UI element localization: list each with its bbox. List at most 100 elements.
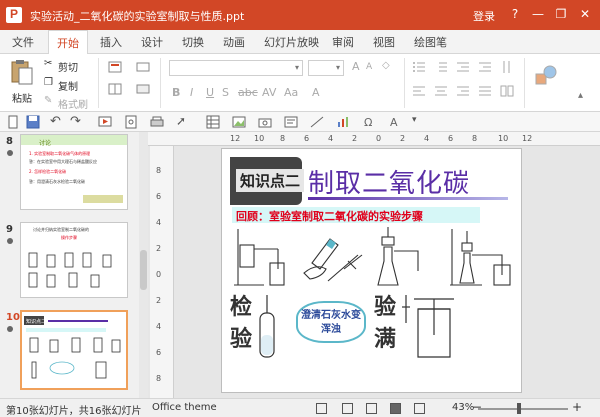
ruler-tick: 0 (156, 270, 162, 279)
redo-icon[interactable]: ↷ (70, 114, 81, 129)
shape-line-icon[interactable] (310, 115, 324, 129)
shadow-icon[interactable]: S (222, 86, 229, 99)
thumb-line: 答：在实验室中用大理石与稀盐酸反应 (29, 159, 97, 164)
format-painter-icon: ✎ (44, 95, 53, 106)
section-label: 知识点二 (236, 169, 305, 192)
title-underline (308, 197, 508, 200)
tab-animations[interactable]: 动画 (223, 34, 245, 50)
restore-button[interactable]: ❐ (551, 4, 571, 24)
tab-file[interactable]: 文件 (12, 34, 34, 50)
font-size-select[interactable]: ▾ (308, 60, 344, 76)
paste-button[interactable]: 粘贴 (12, 90, 32, 105)
slide-animation-marker (7, 238, 13, 244)
ribbon-collapse-icon[interactable]: ▴ (578, 90, 583, 101)
paste-icon[interactable] (10, 58, 34, 86)
table-icon[interactable] (206, 115, 220, 129)
bullets-icon[interactable] (412, 60, 426, 74)
slideshow-view-icon[interactable] (390, 403, 401, 414)
increase-indent-icon[interactable] (478, 60, 492, 74)
tab-review[interactable]: 审阅 (332, 34, 354, 50)
thumb-title: 讨论并归纳实验室制二氧化碳的 (33, 227, 89, 232)
bold-icon[interactable]: B (172, 86, 180, 99)
ruler-tick: 4 (156, 322, 162, 331)
tab-view[interactable]: 视图 (373, 34, 395, 50)
horizontal-ruler: 12 10 8 6 4 2 0 2 4 6 8 10 12 (148, 132, 600, 146)
slide-animation-marker (7, 326, 13, 332)
thumb-subtitle: 操作步骤 (61, 235, 77, 240)
clear-format-icon[interactable]: ◇ (382, 60, 390, 71)
font-color-icon[interactable]: A (312, 86, 320, 99)
zoom-in-icon[interactable]: + (572, 400, 582, 414)
format-painter-button[interactable]: 格式刷 (58, 96, 88, 111)
close-button[interactable]: ✕ (575, 4, 595, 24)
login-button[interactable]: 登录 (473, 8, 495, 24)
shrink-font-icon[interactable]: A (366, 62, 372, 72)
char-spacing-icon[interactable]: AV (262, 86, 276, 99)
slides-scrollbar[interactable] (139, 132, 148, 398)
normal-view-icon[interactable] (316, 403, 327, 414)
print-preview-icon[interactable] (124, 115, 138, 129)
scrollbar-thumb[interactable] (140, 250, 147, 290)
new-slide-icon[interactable] (108, 60, 122, 74)
help-button[interactable]: ? (505, 4, 525, 24)
reset-icon[interactable] (136, 60, 150, 74)
slide-thumbnail-8[interactable]: 讨论 1. 实验室制取二氧化碳气体的原理 答：在实验室中用大理石与稀盐酸反应 2… (20, 134, 128, 210)
qat-customize-icon[interactable]: ▾ (412, 115, 417, 125)
tab-home[interactable]: 开始 (48, 30, 88, 55)
shapes-icon[interactable] (534, 64, 558, 88)
tab-slideshow[interactable]: 幻灯片放映 (264, 34, 319, 50)
italic-icon[interactable]: I (190, 86, 193, 99)
section-icon[interactable] (136, 82, 150, 96)
tab-pen[interactable]: 绘图笔 (414, 34, 447, 50)
zoom-slider-knob[interactable] (517, 403, 521, 414)
decrease-indent-icon[interactable] (456, 60, 470, 74)
slide-thumbnail-10[interactable]: 知识点二 (20, 310, 128, 390)
picture-icon[interactable] (232, 115, 246, 129)
slide-thumbnail-9[interactable]: 讨论并归纳实验室制二氧化碳的 操作步骤 (20, 222, 128, 298)
textbox-icon[interactable] (284, 115, 298, 129)
current-slide[interactable]: 知识点二 制取二氧化碳 回顾：室验室制取二氧化碳的实验步骤 检 验 验 满 澄清… (221, 148, 522, 393)
cut-button[interactable]: 剪切 (58, 59, 78, 74)
slide-title[interactable]: 制取二氧化碳 (308, 163, 470, 200)
thumb-apparatus-diagram (28, 252, 112, 288)
symbol-icon[interactable]: Ω (362, 115, 376, 129)
camera-icon[interactable] (258, 115, 272, 129)
copy-icon: ❐ (44, 77, 53, 88)
text-direction-icon[interactable] (500, 60, 514, 74)
slideshow-icon[interactable] (98, 115, 112, 129)
underline-icon[interactable]: U (206, 86, 214, 99)
thumb-apparatus-diagram (29, 337, 121, 379)
grow-font-icon[interactable]: A (352, 60, 360, 73)
zoom-slider[interactable] (478, 408, 568, 410)
tab-insert[interactable]: 插入 (100, 34, 122, 50)
tab-transitions[interactable]: 切换 (182, 34, 204, 50)
wordart-icon[interactable]: A (388, 115, 402, 129)
save-icon[interactable] (26, 115, 40, 129)
columns-icon[interactable] (500, 84, 514, 98)
review-heading[interactable]: 回顾：室验室制取二氧化碳的实验步骤 (232, 207, 480, 223)
minimize-button[interactable]: — (528, 4, 548, 24)
tab-design[interactable]: 设计 (141, 34, 163, 50)
change-case-icon[interactable]: Aa (284, 86, 298, 99)
select-pointer-icon[interactable]: ➚ (176, 114, 186, 128)
align-right-icon[interactable] (456, 84, 470, 98)
align-left-icon[interactable] (412, 84, 426, 98)
print-icon[interactable] (150, 115, 164, 129)
reading-view-icon[interactable] (366, 403, 377, 414)
strikethrough-icon[interactable]: abc (238, 86, 258, 99)
undo-icon[interactable]: ↶ (50, 114, 61, 129)
ruler-tick: 8 (156, 374, 162, 383)
chart-icon[interactable] (336, 115, 350, 129)
align-center-icon[interactable] (434, 84, 448, 98)
ruler-tick: 10 (254, 134, 265, 143)
layout-icon[interactable] (108, 82, 122, 96)
zoom-out-icon[interactable]: − (472, 400, 482, 414)
notes-view-icon[interactable] (414, 403, 425, 414)
slide-sorter-icon[interactable] (342, 403, 353, 414)
copy-button[interactable]: 复制 (58, 78, 78, 93)
zoom-level: 43% (452, 402, 475, 413)
new-document-icon[interactable] (6, 115, 20, 129)
numbering-icon[interactable] (434, 60, 448, 74)
justify-icon[interactable] (478, 84, 492, 98)
font-family-select[interactable]: ▾ (169, 60, 303, 76)
